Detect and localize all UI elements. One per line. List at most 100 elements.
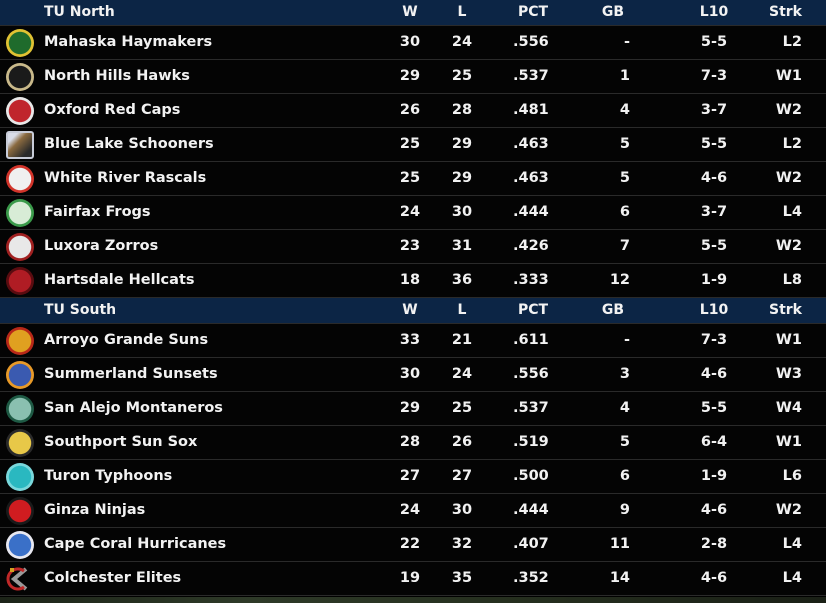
hawks-logo-icon — [6, 63, 34, 91]
team-l10: 5-5 — [700, 238, 728, 254]
team-row[interactable]: Oxford Red Caps 26 28 .481 4 3-7 W2 — [0, 94, 826, 128]
team-l10: 7-3 — [700, 68, 728, 84]
team-name[interactable]: Mahaska Haymakers — [44, 26, 212, 59]
team-row[interactable]: Arroyo Grande Suns 33 21 .611 - 7-3 W1 — [0, 323, 826, 358]
team-strk: L4 — [782, 536, 802, 552]
team-l: 26 — [451, 434, 473, 450]
team-l10: 3-7 — [700, 102, 728, 118]
team-name[interactable]: Ginza Ninjas — [44, 494, 145, 527]
team-pct: .556 — [513, 366, 549, 382]
team-l10: 5-5 — [700, 136, 728, 152]
team-gb: 11 — [609, 536, 630, 552]
column-header-l10[interactable]: L10 — [690, 298, 738, 323]
team-l: 36 — [451, 272, 473, 288]
team-name[interactable]: Arroyo Grande Suns — [44, 324, 208, 357]
team-l: 29 — [451, 170, 473, 186]
team-strk: L4 — [782, 570, 802, 586]
team-l: 24 — [451, 34, 473, 50]
team-w: 29 — [399, 400, 421, 416]
team-row[interactable]: Blue Lake Schooners 25 29 .463 5 5-5 L2 — [0, 128, 826, 162]
team-l: 25 — [451, 68, 473, 84]
team-name[interactable]: Summerland Sunsets — [44, 358, 218, 391]
team-name[interactable]: Southport Sun Sox — [44, 426, 197, 459]
sunsets-logo-icon — [6, 361, 34, 389]
team-row[interactable]: Luxora Zorros 23 31 .426 7 5-5 W2 — [0, 230, 826, 264]
team-l: 35 — [451, 570, 473, 586]
team-strk: W1 — [775, 332, 802, 348]
column-header-w[interactable]: W — [392, 298, 428, 323]
team-l10: 4-6 — [700, 366, 728, 382]
montaneros-logo-icon — [6, 395, 34, 423]
division-name: TU South — [44, 302, 117, 318]
background-strip — [0, 597, 826, 603]
team-row[interactable]: North Hills Hawks 29 25 .537 1 7-3 W1 — [0, 60, 826, 94]
team-strk: L8 — [782, 272, 802, 288]
team-name[interactable]: White River Rascals — [44, 162, 206, 195]
team-name[interactable]: North Hills Hawks — [44, 60, 190, 93]
column-header-l[interactable]: L — [444, 298, 480, 323]
team-w: 24 — [399, 502, 421, 518]
team-gb: 14 — [609, 570, 630, 586]
team-strk: W2 — [775, 502, 802, 518]
standings-table: TU North W L PCT GB L10 Strk Mahaska Haymakers 3… — [0, 0, 826, 596]
team-name[interactable]: Fairfax Frogs — [44, 196, 151, 229]
team-w: 30 — [399, 34, 421, 50]
team-row[interactable]: White River Rascals 25 29 .463 5 4-6 W2 — [0, 162, 826, 196]
team-row[interactable]: Ginza Ninjas 24 30 .444 9 4-6 W2 — [0, 494, 826, 528]
team-l: 27 — [451, 468, 473, 484]
team-row[interactable]: Mahaska Haymakers 30 24 .556 - 5-5 L2 — [0, 25, 826, 60]
team-strk: W2 — [775, 238, 802, 254]
column-header-pct[interactable]: PCT — [518, 298, 558, 323]
team-name[interactable]: Blue Lake Schooners — [44, 128, 214, 161]
team-row[interactable]: Southport Sun Sox 28 26 .519 5 6-4 W1 — [0, 426, 826, 460]
team-pct: .611 — [513, 332, 549, 348]
column-header-strk[interactable]: Strk — [762, 298, 802, 323]
team-row[interactable]: San Alejo Montaneros 29 25 .537 4 5-5 W4 — [0, 392, 826, 426]
column-header-l[interactable]: L — [444, 0, 480, 25]
elites-logo-icon — [6, 565, 34, 593]
team-row[interactable]: Turon Typhoons 27 27 .500 6 1-9 L6 — [0, 460, 826, 494]
column-header-gb[interactable]: GB — [596, 298, 630, 323]
team-gb: 5 — [619, 170, 630, 186]
team-w: 28 — [399, 434, 421, 450]
sun-sox-logo-icon — [6, 429, 34, 457]
team-name[interactable]: Cape Coral Hurricanes — [44, 528, 226, 561]
column-header-w[interactable]: W — [392, 0, 428, 25]
team-name[interactable]: San Alejo Montaneros — [44, 392, 223, 425]
team-strk: W1 — [775, 434, 802, 450]
team-gb: 3 — [619, 366, 630, 382]
team-strk: L4 — [782, 204, 802, 220]
team-l10: 7-3 — [700, 332, 728, 348]
team-name[interactable]: Turon Typhoons — [44, 460, 172, 493]
team-w: 24 — [399, 204, 421, 220]
team-row[interactable]: Fairfax Frogs 24 30 .444 6 3-7 L4 — [0, 196, 826, 230]
team-l10: 2-8 — [700, 536, 728, 552]
team-row[interactable]: Hartsdale Hellcats 18 36 .333 12 1-9 L8 — [0, 264, 826, 298]
team-row[interactable]: Colchester Elites 19 35 .352 14 4-6 L4 — [0, 562, 826, 596]
column-header-l10[interactable]: L10 — [690, 0, 738, 25]
haymakers-logo-icon — [6, 29, 34, 57]
team-name[interactable]: Hartsdale Hellcats — [44, 264, 195, 297]
team-name[interactable]: Oxford Red Caps — [44, 94, 180, 127]
column-header-pct[interactable]: PCT — [518, 0, 558, 25]
team-gb: 1 — [619, 68, 630, 84]
team-row[interactable]: Cape Coral Hurricanes 22 32 .407 11 2-8 L4 — [0, 528, 826, 562]
team-pct: .556 — [513, 34, 549, 50]
team-name[interactable]: Colchester Elites — [44, 562, 181, 595]
red-caps-logo-icon — [6, 97, 34, 125]
ninjas-logo-icon — [6, 497, 34, 525]
team-pct: .500 — [513, 468, 549, 484]
column-header-gb[interactable]: GB — [596, 0, 630, 25]
team-strk: L2 — [782, 34, 802, 50]
team-l: 30 — [451, 204, 473, 220]
division-header: TU North W L PCT GB L10 Strk — [0, 0, 826, 25]
team-row[interactable]: Summerland Sunsets 30 24 .556 3 4-6 W3 — [0, 358, 826, 392]
team-strk: L2 — [782, 136, 802, 152]
team-w: 19 — [399, 570, 421, 586]
team-pct: .426 — [513, 238, 549, 254]
column-header-strk[interactable]: Strk — [762, 0, 802, 25]
team-w: 18 — [399, 272, 421, 288]
team-name[interactable]: Luxora Zorros — [44, 230, 158, 263]
hellcats-logo-icon — [6, 267, 34, 295]
team-l10: 6-4 — [700, 434, 728, 450]
